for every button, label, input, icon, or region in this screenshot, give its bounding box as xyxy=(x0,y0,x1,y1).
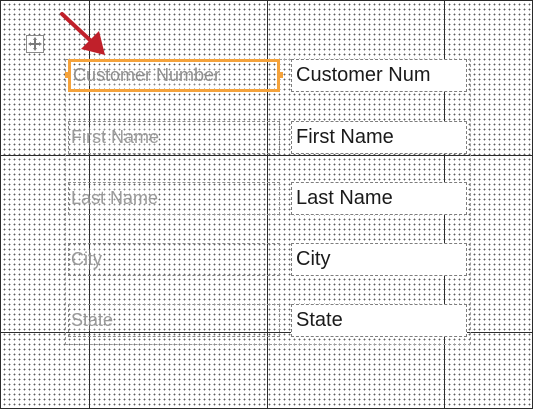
textbox-customer-number[interactable]: Customer Num xyxy=(291,59,467,92)
textbox-text: Last Name xyxy=(296,187,393,209)
textbox-state[interactable]: State xyxy=(291,304,467,337)
textbox-text: City xyxy=(296,248,331,270)
textbox-first-name[interactable]: First Name xyxy=(291,121,467,154)
textbox-text: First Name xyxy=(296,126,394,148)
label-text: City xyxy=(71,249,102,270)
textbox-text: Customer Num xyxy=(296,64,431,86)
label-text: State xyxy=(71,310,114,331)
label-text: First Name xyxy=(71,127,160,148)
move-cross-icon xyxy=(28,37,42,51)
label-customer-number[interactable]: Customer Number xyxy=(68,59,280,92)
label-text: Customer Number xyxy=(73,65,221,86)
label-city[interactable]: City xyxy=(68,243,280,276)
label-state[interactable]: State xyxy=(68,304,280,337)
label-first-name[interactable]: First Name xyxy=(68,121,280,154)
selection-handle[interactable] xyxy=(277,72,283,78)
textbox-city[interactable]: City xyxy=(291,243,467,276)
red-arrow-icon xyxy=(60,12,105,55)
selection-handle[interactable] xyxy=(65,72,71,78)
label-last-name[interactable]: Last Name xyxy=(68,182,280,215)
layout-selector-handle[interactable] xyxy=(26,35,44,53)
textbox-text: State xyxy=(296,309,343,331)
form-design-canvas[interactable]: Customer Number Customer Num First Name … xyxy=(0,0,533,409)
label-text: Last Name xyxy=(71,188,159,209)
textbox-last-name[interactable]: Last Name xyxy=(291,182,467,215)
